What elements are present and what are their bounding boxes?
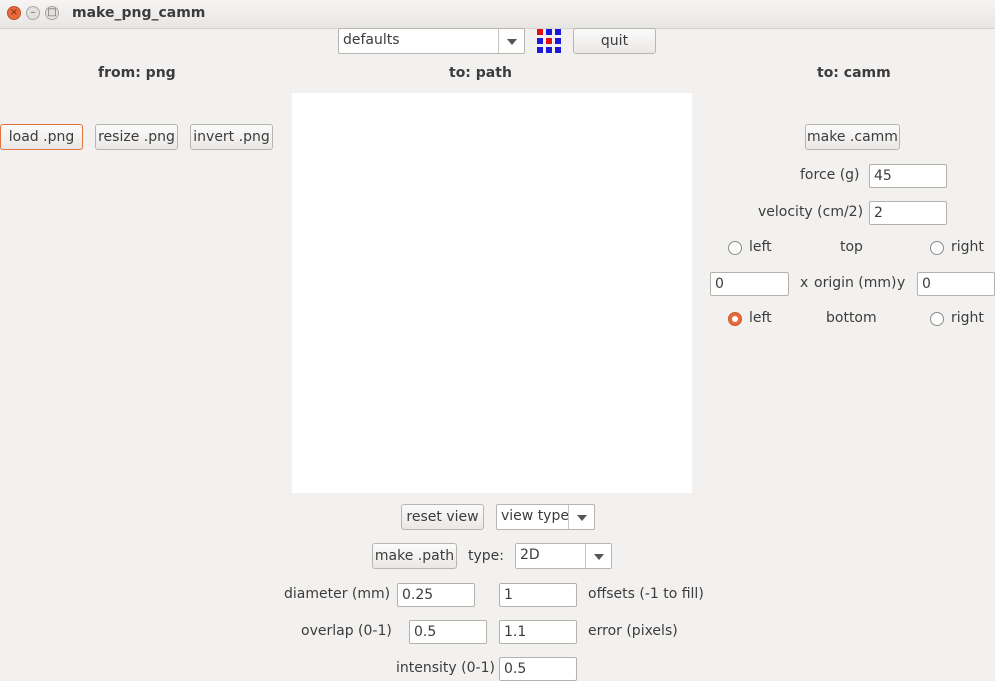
bottom-right-label: right: [951, 310, 984, 326]
origin-y-input[interactable]: [917, 272, 995, 296]
origin-x-input[interactable]: [710, 272, 789, 296]
origin-label: origin (mm): [814, 275, 897, 291]
bottom-left-radio[interactable]: [728, 312, 742, 326]
chevron-down-icon: [507, 39, 517, 45]
to-camm-header: to: camm: [817, 65, 891, 81]
title-bar: × – □ make_png_camm: [0, 0, 995, 29]
origin-y-label: y: [897, 275, 906, 291]
from-png-header: from: png: [98, 65, 176, 81]
top-right-label: right: [951, 239, 984, 255]
minimize-icon[interactable]: –: [26, 6, 40, 20]
velocity-label: velocity (cm/2): [758, 204, 864, 220]
top-left-label: left: [749, 239, 772, 255]
offsets-input[interactable]: [499, 583, 577, 607]
quit-button[interactable]: quit: [573, 28, 656, 54]
view-type-combo[interactable]: view type: [496, 504, 595, 530]
intensity-input[interactable]: [499, 657, 577, 681]
resize-png-button[interactable]: resize .png: [95, 124, 178, 150]
type-label: type:: [468, 548, 504, 564]
chevron-down-icon: [577, 515, 587, 521]
view-type-combo-value: view type: [501, 508, 569, 524]
diameter-input[interactable]: [397, 583, 475, 607]
defaults-combo-value: defaults: [343, 32, 400, 48]
view-type-combo-arrow[interactable]: [568, 505, 594, 529]
invert-png-button[interactable]: invert .png: [190, 124, 273, 150]
top-left-radio[interactable]: [728, 241, 742, 255]
defaults-combo[interactable]: defaults: [338, 28, 525, 54]
make-camm-button[interactable]: make .camm: [805, 124, 900, 150]
velocity-input[interactable]: [869, 201, 947, 225]
error-label: error (pixels): [588, 623, 678, 639]
overlap-label: overlap (0-1): [301, 623, 392, 639]
load-png-button[interactable]: load .png: [0, 124, 83, 150]
bottom-left-label: left: [749, 310, 772, 326]
intensity-label: intensity (0-1): [396, 660, 495, 676]
to-path-header: to: path: [449, 65, 512, 81]
chevron-down-icon: [594, 554, 604, 560]
window-title: make_png_camm: [72, 5, 206, 21]
bottom-label: bottom: [826, 310, 877, 326]
diameter-label: diameter (mm): [284, 586, 391, 602]
fab-grid-logo-icon: [537, 29, 561, 53]
bottom-right-radio[interactable]: [930, 312, 944, 326]
top-right-radio[interactable]: [930, 241, 944, 255]
origin-x-label: x: [800, 275, 809, 291]
force-input[interactable]: [869, 164, 947, 188]
path-type-combo-value: 2D: [520, 547, 540, 563]
path-type-combo-arrow[interactable]: [585, 544, 611, 568]
make-path-button[interactable]: make .path: [372, 543, 457, 569]
path-type-combo[interactable]: 2D: [515, 543, 612, 569]
overlap-input[interactable]: [409, 620, 487, 644]
maximize-icon[interactable]: □: [45, 6, 59, 20]
defaults-combo-arrow[interactable]: [498, 29, 524, 53]
reset-view-button[interactable]: reset view: [401, 504, 484, 530]
top-label: top: [840, 239, 863, 255]
close-icon[interactable]: ×: [7, 6, 21, 20]
error-input[interactable]: [499, 620, 577, 644]
offsets-label: offsets (-1 to fill): [588, 586, 704, 602]
path-view-canvas[interactable]: [292, 93, 692, 493]
force-label: force (g): [800, 167, 860, 183]
